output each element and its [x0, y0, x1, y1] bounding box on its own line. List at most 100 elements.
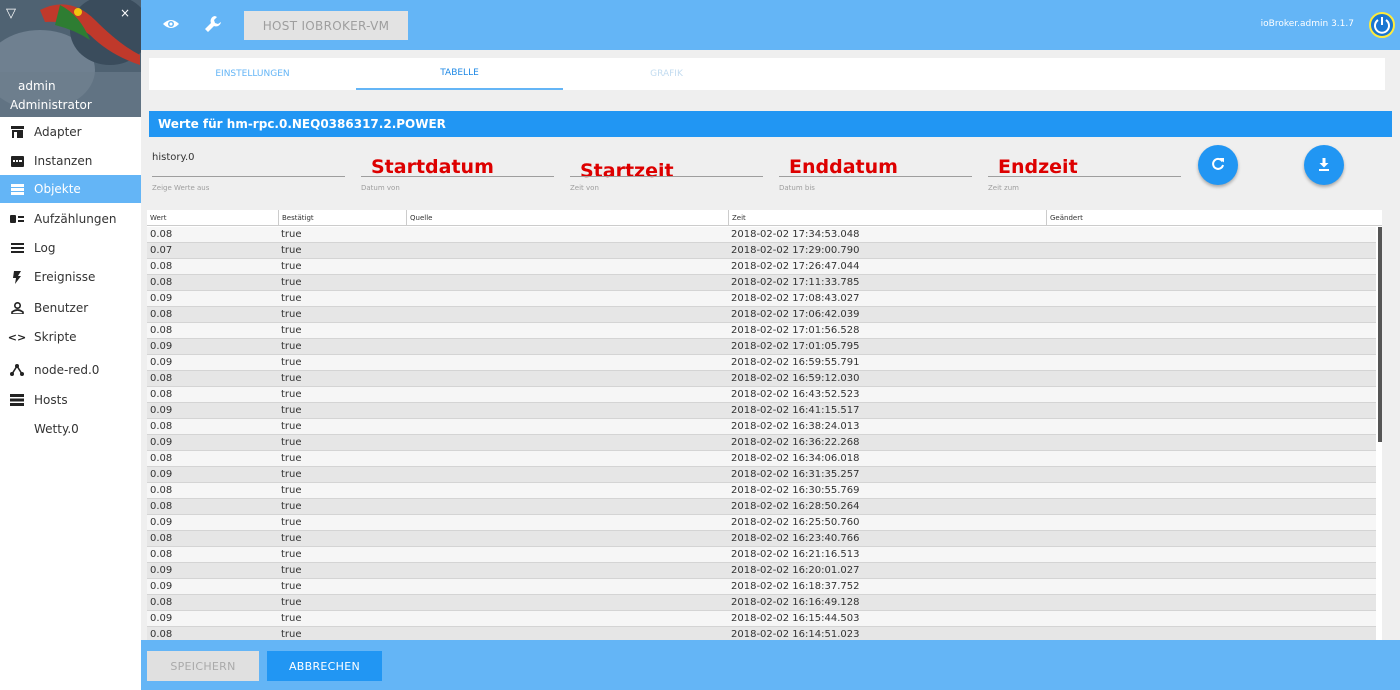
table-row[interactable]: 0.08 true 2018-02-02 16:23:40.766: [147, 531, 1376, 547]
sidebar-item-hosts[interactable]: Hosts: [0, 386, 141, 414]
table-cell: 0.08: [150, 629, 173, 640]
sidebar-item-label: Objekte: [34, 182, 81, 196]
table-row[interactable]: 0.08 true 2018-02-02 16:28:50.264: [147, 499, 1376, 515]
refresh-icon: [1211, 156, 1225, 175]
server-icon: [8, 394, 26, 406]
table-cell: true: [281, 629, 302, 640]
dialog-content: EINSTELLUNGEN TABELLE GRAFIK Werte für h…: [141, 50, 1400, 640]
table-row[interactable]: 0.08 true 2018-02-02 16:59:12.030: [147, 371, 1376, 387]
table-row[interactable]: 0.07 true 2018-02-02 17:29:00.790: [147, 243, 1376, 259]
refresh-button[interactable]: [1198, 145, 1238, 185]
table-row[interactable]: 0.08 true 2018-02-02 16:43:52.523: [147, 387, 1376, 403]
table-cell: 2018-02-02 16:31:35.257: [731, 469, 860, 480]
table-row[interactable]: 0.09 true 2018-02-02 16:31:35.257: [147, 467, 1376, 483]
table-row[interactable]: 0.08 true 2018-02-02 16:14:51.023: [147, 627, 1376, 640]
table-scrollbar[interactable]: [1378, 227, 1382, 442]
table-row[interactable]: 0.09 true 2018-02-02 16:41:15.517: [147, 403, 1376, 419]
cancel-button[interactable]: ABBRECHEN: [267, 651, 382, 681]
sidebar-item-wetty[interactable]: Wetty.0: [0, 415, 141, 443]
table-row[interactable]: 0.09 true 2018-02-02 16:20:01.027: [147, 563, 1376, 579]
table-cell: 2018-02-02 16:18:37.752: [731, 581, 860, 592]
save-button[interactable]: SPEICHERN: [147, 651, 259, 681]
table-cell: true: [281, 229, 302, 240]
table-row[interactable]: 0.09 true 2018-02-02 16:59:55.791: [147, 355, 1376, 371]
table-row[interactable]: 0.09 true 2018-02-02 16:18:37.752: [147, 579, 1376, 595]
table-row[interactable]: 0.09 true 2018-02-02 16:25:50.760: [147, 515, 1376, 531]
table-row[interactable]: 0.08 true 2018-02-02 17:06:42.039: [147, 307, 1376, 323]
table-cell: 2018-02-02 16:14:51.023: [731, 629, 860, 640]
sidebar-item-log[interactable]: Log: [0, 234, 141, 262]
log-icon: [8, 243, 26, 253]
sidebar-item-instanzen[interactable]: Instanzen: [0, 147, 141, 175]
eye-icon[interactable]: [162, 15, 180, 37]
table-row[interactable]: 0.08 true 2018-02-02 17:11:33.785: [147, 275, 1376, 291]
table-cell: 2018-02-02 17:29:00.790: [731, 245, 860, 256]
table-row[interactable]: 0.08 true 2018-02-02 16:16:49.128: [147, 595, 1376, 611]
sidebar-item-adapter[interactable]: Adapter: [0, 118, 141, 146]
column-header-geaendert[interactable]: Geändert: [1046, 210, 1382, 226]
table-cell: 0.09: [150, 469, 173, 480]
end-date-annotation: Enddatum: [789, 156, 898, 178]
column-header-quelle[interactable]: Quelle: [406, 210, 728, 226]
sidebar-item-skripte[interactable]: <> Skripte: [0, 323, 141, 351]
end-date-field[interactable]: Enddatum Datum bis: [779, 152, 972, 192]
table-row[interactable]: 0.09 true 2018-02-02 16:15:44.503: [147, 611, 1376, 627]
start-date-annotation: Startdatum: [371, 156, 494, 178]
table-cell: 0.08: [150, 485, 173, 496]
table-body: 0.08 true 2018-02-02 17:34:53.048 0.07 true 2…: [147, 227, 1376, 640]
table-row[interactable]: 0.09 true 2018-02-02 17:01:05.795: [147, 339, 1376, 355]
table-cell: 0.09: [150, 293, 173, 304]
values-table: Wert Bestätigt Quelle Zeit Geändert 0.08…: [147, 210, 1382, 640]
start-date-field[interactable]: Startdatum Datum von: [361, 152, 554, 192]
tab-tabelle[interactable]: TABELLE: [356, 58, 563, 90]
table-cell: 2018-02-02 17:01:56.528: [731, 325, 860, 336]
table-row[interactable]: 0.08 true 2018-02-02 16:21:16.513: [147, 547, 1376, 563]
table-row[interactable]: 0.09 true 2018-02-02 16:36:22.268: [147, 435, 1376, 451]
table-row[interactable]: 0.09 true 2018-02-02 17:08:43.027: [147, 291, 1376, 307]
table-row[interactable]: 0.08 true 2018-02-02 16:38:24.013: [147, 419, 1376, 435]
table-cell: 0.09: [150, 517, 173, 528]
sidebar-item-ereignisse[interactable]: Ereignisse: [0, 263, 141, 291]
sidebar-item-benutzer[interactable]: Benutzer: [0, 294, 141, 322]
power-icon[interactable]: [1369, 12, 1395, 38]
table-cell: 0.09: [150, 613, 173, 624]
flash-icon: [8, 270, 26, 284]
instance-select[interactable]: history.0 Zeige Werte aus: [152, 152, 345, 192]
table-cell: true: [281, 437, 302, 448]
table-cell: 2018-02-02 16:23:40.766: [731, 533, 860, 544]
menu-toggle-icon[interactable]: ▽: [6, 6, 16, 21]
sidebar-item-aufzaehlungen[interactable]: Aufzählungen: [0, 205, 141, 233]
nodes-icon: [8, 364, 26, 376]
sidebar-item-label: Wetty.0: [34, 422, 79, 436]
end-time-field[interactable]: Endzeit Zeit zum: [988, 152, 1181, 192]
column-header-bestaetigt[interactable]: Bestätigt: [278, 210, 406, 226]
sidebar-item-node-red[interactable]: node-red.0: [0, 356, 141, 384]
table-cell: 0.07: [150, 245, 173, 256]
table-cell: true: [281, 309, 302, 320]
sidebar-item-label: Ereignisse: [34, 270, 96, 284]
download-button[interactable]: [1304, 145, 1344, 185]
sidebar-item-label: Adapter: [34, 125, 82, 139]
table-cell: 0.08: [150, 229, 173, 240]
table-cell: 0.08: [150, 533, 173, 544]
column-header-wert[interactable]: Wert: [147, 210, 278, 226]
sidebar-item-objekte[interactable]: Objekte: [0, 175, 141, 203]
table-row[interactable]: 0.08 true 2018-02-02 17:01:56.528: [147, 323, 1376, 339]
host-button[interactable]: HOST IOBROKER-VM: [244, 11, 408, 40]
column-header-zeit[interactable]: Zeit: [728, 210, 1046, 226]
table-row[interactable]: 0.08 true 2018-02-02 16:30:55.769: [147, 483, 1376, 499]
close-icon[interactable]: ×: [120, 6, 130, 20]
table-cell: 2018-02-02 16:34:06.018: [731, 453, 860, 464]
start-time-field[interactable]: Startzeit Zeit von: [570, 152, 763, 192]
user-avatar: ▽ × admin Administrator: [0, 0, 141, 117]
table-row[interactable]: 0.08 true 2018-02-02 17:26:47.044: [147, 259, 1376, 275]
table-cell: true: [281, 453, 302, 464]
table-cell: true: [281, 501, 302, 512]
table-cell: 2018-02-02 16:43:52.523: [731, 389, 860, 400]
table-row[interactable]: 0.08 true 2018-02-02 17:34:53.048: [147, 227, 1376, 243]
table-cell: true: [281, 357, 302, 368]
tab-einstellungen[interactable]: EINSTELLUNGEN: [149, 58, 356, 90]
table-row[interactable]: 0.08 true 2018-02-02 16:34:06.018: [147, 451, 1376, 467]
tab-grafik[interactable]: GRAFIK: [563, 58, 770, 90]
wrench-icon[interactable]: [204, 15, 222, 37]
